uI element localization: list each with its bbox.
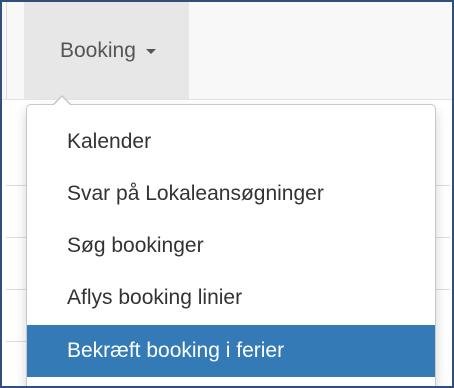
navbar: Booking xyxy=(2,2,452,100)
booking-dropdown-toggle[interactable]: Booking xyxy=(24,2,189,99)
dropdown-pointer-fill xyxy=(53,97,71,106)
caret-down-icon xyxy=(145,49,156,54)
menu-item-kalender[interactable]: Kalender xyxy=(27,116,435,168)
menu-item-svar-lokaleansoegninger[interactable]: Svar på Lokaleansøgninger xyxy=(27,168,435,220)
window-frame: Booking Kalender Svar på Lokaleansøgning… xyxy=(0,0,454,388)
background-row-divider xyxy=(6,289,26,290)
background-row-divider xyxy=(6,185,26,186)
menu-item-aflys-booking-linier[interactable]: Aflys booking linier xyxy=(27,272,435,324)
menu-item-soeg-bookinger[interactable]: Søg bookinger xyxy=(27,220,435,272)
booking-dropdown-menu: Kalender Svar på Lokaleansøgninger Søg b… xyxy=(26,104,436,386)
booking-label: Booking xyxy=(60,38,136,62)
navbar-divider xyxy=(6,2,7,99)
background-row-divider xyxy=(6,237,26,238)
menu-item-bekraeft-booking-ferier[interactable]: Bekræft booking i ferier xyxy=(27,325,435,377)
background-row-divider xyxy=(6,341,26,342)
